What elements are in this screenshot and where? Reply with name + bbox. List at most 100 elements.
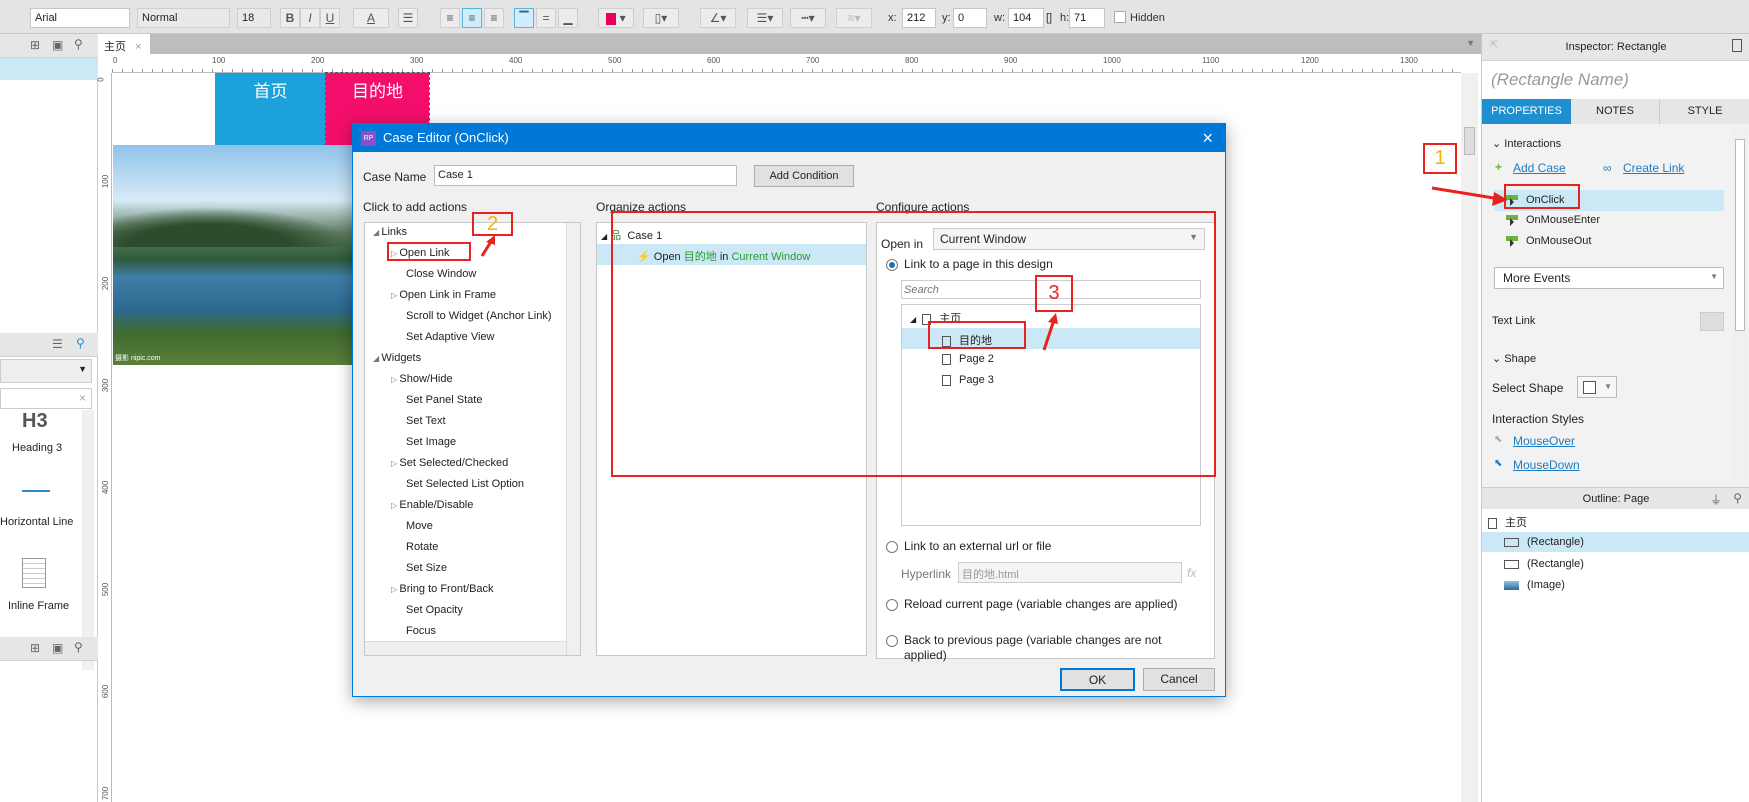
add-folder-icon[interactable]: ▣ [52, 641, 63, 655]
outline-root[interactable]: 主页 [1488, 514, 1527, 530]
lock-ratio-icon[interactable]: [] [1046, 12, 1052, 24]
font-family-select[interactable]: Arial [30, 8, 130, 28]
close-icon[interactable]: × [1202, 124, 1213, 152]
action-group[interactable]: ◢ Links [373, 226, 407, 238]
add-condition-button[interactable]: Add Condition [754, 165, 854, 187]
landscape-image[interactable]: 摄影 nipic.com [113, 145, 352, 365]
w-input[interactable]: 104 [1008, 8, 1044, 28]
align-center-icon[interactable]: ≡ [462, 8, 482, 28]
widget-inline-frame-label[interactable]: Inline Frame [8, 600, 69, 612]
hyperlink-input[interactable]: 目的地.html [958, 562, 1182, 583]
add-master-icon[interactable]: ⊞ [30, 641, 40, 655]
tab-properties[interactable]: PROPERTIES [1482, 99, 1571, 124]
action-item[interactable]: Set Size [406, 562, 447, 574]
y-input[interactable]: 0 [953, 8, 987, 28]
line-color-button[interactable]: ∠▾ [700, 8, 736, 28]
add-case-link[interactable]: Add Case [1513, 161, 1566, 175]
action-item[interactable]: Set Text [406, 415, 446, 427]
line-width-button[interactable]: ☰▾ [747, 8, 783, 28]
outline-item[interactable]: (Image) [1504, 579, 1565, 591]
search-icon[interactable]: ⚲ [74, 640, 83, 654]
selected-page-row[interactable] [0, 58, 98, 80]
x-input[interactable]: 212 [902, 8, 936, 28]
align-bottom-icon[interactable]: ▁ [558, 8, 578, 28]
tab-home[interactable]: 主页 × [98, 34, 150, 54]
action-item[interactable]: Rotate [406, 541, 438, 553]
action-item[interactable]: ▷ Bring to Front/Back [391, 583, 494, 595]
action-group[interactable]: ◢ Widgets [373, 352, 421, 364]
menu-icon[interactable]: ☰ [52, 337, 63, 351]
inline-frame-icon[interactable] [22, 558, 46, 588]
shape-header[interactable]: ⌄ Shape [1492, 352, 1536, 365]
action-item[interactable]: ▷ Enable/Disable [391, 499, 473, 511]
outline-item[interactable]: (Rectangle) [1504, 536, 1584, 548]
arrow-style-button[interactable]: ≡▾ [836, 8, 872, 28]
align-top-icon[interactable]: ▔ [514, 8, 534, 28]
mousedown-link[interactable]: MouseDown [1513, 458, 1580, 472]
action-item[interactable]: Set Image [406, 436, 456, 448]
notes-page-icon[interactable] [1732, 39, 1742, 52]
outline-item[interactable]: (Rectangle) [1504, 558, 1584, 570]
widget-heading3-label[interactable]: Heading 3 [12, 442, 62, 454]
line-style-button[interactable]: ┅▾ [790, 8, 826, 28]
widget-search-input[interactable]: × [0, 388, 92, 409]
h-input[interactable]: 71 [1069, 8, 1105, 28]
more-events-select[interactable]: More Events ▼ [1494, 267, 1724, 289]
align-right-icon[interactable]: ≡ [484, 8, 504, 28]
underline-button[interactable]: U [320, 8, 340, 28]
font-style-select[interactable]: Normal [137, 8, 230, 28]
align-middle-icon[interactable]: = [536, 8, 556, 28]
event-onmouseenter[interactable]: OnMouseEnter [1506, 214, 1600, 226]
inspector-scrollbar[interactable] [1733, 127, 1747, 485]
action-item[interactable]: Scroll to Widget (Anchor Link) [406, 310, 552, 322]
interactions-header[interactable]: ⌄ Interactions [1492, 137, 1561, 150]
mouseover-link[interactable]: MouseOver [1513, 434, 1575, 448]
hidden-checkbox[interactable] [1114, 11, 1126, 23]
fx-button[interactable]: fx [1187, 566, 1196, 580]
link-external-radio[interactable] [886, 541, 898, 553]
search-icon[interactable]: ⚲ [1733, 491, 1742, 505]
library-dropdown[interactable]: ▼ [0, 359, 92, 383]
text-link-style-button[interactable] [1700, 312, 1724, 331]
bold-button[interactable]: B [280, 8, 300, 28]
action-item[interactable]: Focus [406, 625, 436, 637]
close-icon[interactable]: × [135, 41, 141, 53]
add-folder-icon[interactable]: ▣ [52, 38, 63, 52]
italic-button[interactable]: I [300, 8, 320, 28]
actions-scrollbar[interactable] [566, 223, 580, 655]
tab-menu-icon[interactable]: ▼ [1466, 38, 1475, 48]
tab-style[interactable]: STYLE [1660, 99, 1749, 124]
cancel-button[interactable]: Cancel [1143, 668, 1215, 691]
heading3-icon[interactable]: H3 [22, 410, 48, 433]
home-rectangle[interactable]: 首页 [215, 73, 326, 145]
action-item[interactable]: Set Selected List Option [406, 478, 524, 490]
filter-icon[interactable]: ⏚ [1710, 491, 1722, 508]
align-left-icon[interactable]: ≡ [440, 8, 460, 28]
add-page-icon[interactable]: ⊞ [30, 38, 40, 52]
shadow-button[interactable]: ▯▾ [643, 8, 679, 28]
font-size-select[interactable]: 18 [237, 8, 271, 28]
create-link-link[interactable]: Create Link [1623, 161, 1684, 175]
ok-button[interactable]: OK [1060, 668, 1135, 691]
clear-icon[interactable]: × [79, 391, 86, 405]
horizontal-line-icon[interactable] [22, 490, 50, 492]
action-item[interactable]: ▷ Set Selected/Checked [391, 457, 508, 469]
action-item[interactable]: Set Opacity [406, 604, 463, 616]
search-icon[interactable]: ⚲ [74, 37, 83, 51]
action-item[interactable]: Move [406, 520, 433, 532]
action-item[interactable]: ▷ Open Link in Frame [391, 289, 496, 301]
action-item[interactable]: Close Window [406, 268, 476, 280]
fill-color-button[interactable]: ▾ [598, 8, 634, 28]
event-onmouseout[interactable]: OnMouseOut [1506, 235, 1591, 247]
action-item[interactable]: Set Panel State [406, 394, 482, 406]
widget-horizontal-line-label[interactable]: Horizontal Line [0, 516, 73, 528]
reload-radio[interactable] [886, 599, 898, 611]
back-radio[interactable] [886, 635, 898, 647]
case-name-input[interactable]: Case 1 [434, 165, 737, 186]
widget-scrollbar[interactable] [82, 410, 94, 670]
action-item[interactable]: ▷ Show/Hide [391, 373, 453, 385]
font-color-button[interactable]: A [353, 8, 389, 28]
bullet-list-icon[interactable]: ☰ [398, 8, 418, 28]
action-item[interactable]: Set Adaptive View [406, 331, 494, 343]
tab-notes[interactable]: NOTES [1571, 99, 1660, 124]
